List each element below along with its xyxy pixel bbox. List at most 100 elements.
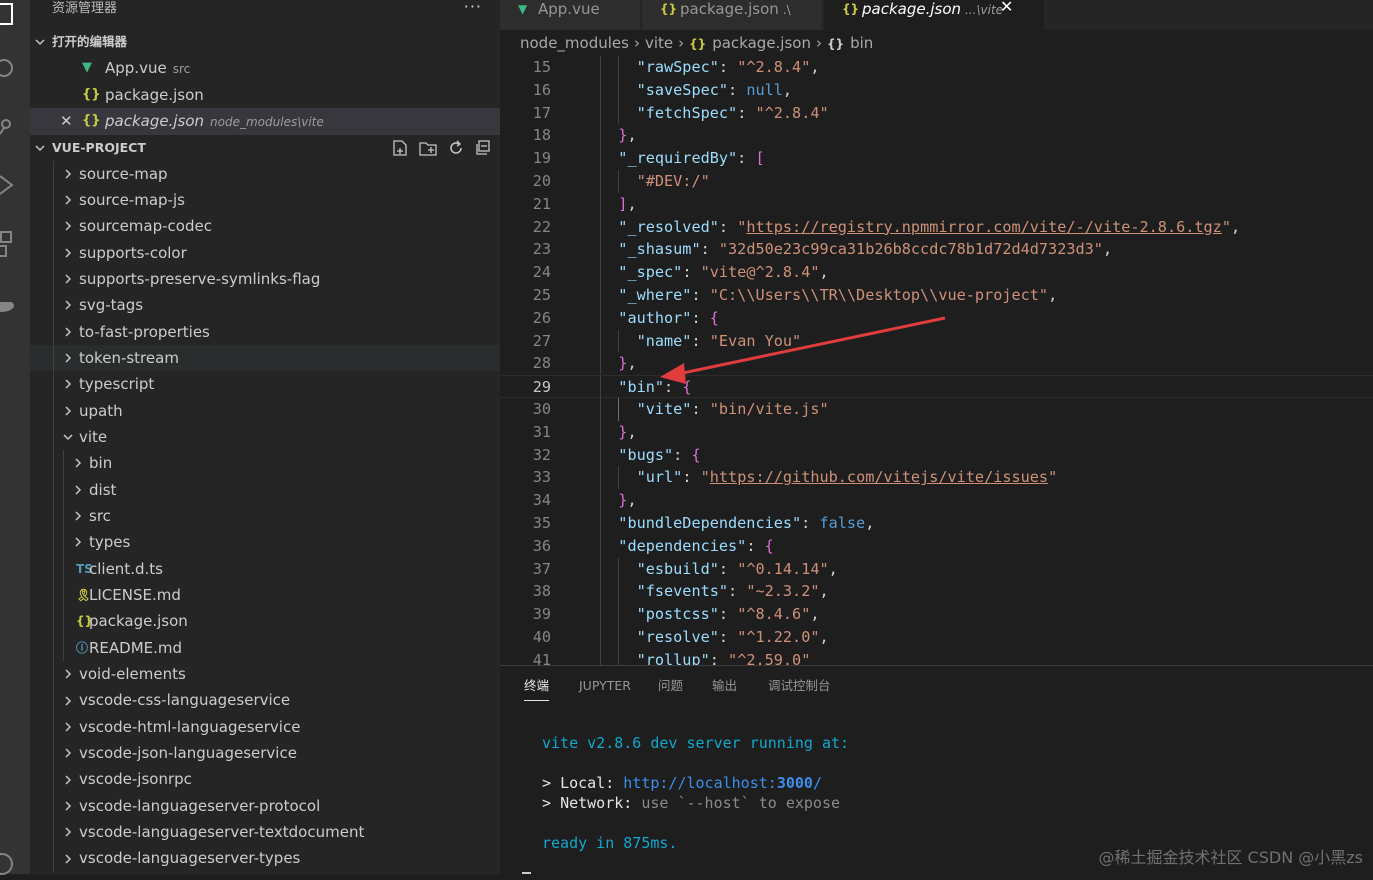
open-editors-section-header[interactable]: 打开的编辑器 [30, 29, 500, 55]
code-line[interactable]: 40 "resolve": "^1.22.0", [500, 626, 1373, 649]
panel-tab[interactable]: 终端 [524, 676, 550, 701]
panel-tab[interactable]: 问题 [658, 676, 683, 700]
close-icon[interactable]: ✕ [60, 108, 73, 135]
code-line[interactable]: 15 "rawSpec": "^2.8.4", [500, 56, 1373, 79]
folder-item[interactable]: types [30, 529, 500, 556]
code-line[interactable]: 19 "_requiredBy": [ [500, 147, 1373, 170]
folder-item[interactable]: vscode-json-languageservice [30, 740, 500, 767]
panel-tab[interactable]: JUPYTER [579, 676, 631, 700]
code-line[interactable]: 21], [500, 192, 1373, 216]
indent-guide [53, 845, 54, 872]
source-control-icon[interactable] [0, 112, 30, 142]
code-line[interactable]: 34}, [500, 489, 1373, 512]
run-debug-icon[interactable] [0, 170, 30, 200]
code-token: "fetchSpec" [636, 103, 738, 122]
terminal-local-port[interactable]: 3000 [777, 774, 813, 792]
terminal-local-url-start[interactable]: http://localhost: [623, 774, 777, 792]
folder-item[interactable]: void-elements [30, 661, 500, 688]
code-token: : [691, 308, 710, 327]
indent-guide [53, 792, 54, 820]
open-editor-item[interactable]: ✕ {} package.json node_modules\vite [30, 108, 500, 135]
code-line[interactable]: 30 "vite": "bin/vite.js" [500, 398, 1373, 421]
code-line[interactable]: 28}, [500, 352, 1373, 376]
account-icon[interactable] [0, 850, 30, 880]
folder-item[interactable]: vscode-languageserver-textdocument [30, 819, 500, 846]
folder-item[interactable]: vscode-languageserver-types [30, 845, 500, 872]
tree-item-label: bin [89, 454, 113, 473]
open-editor-item[interactable]: {} package.json [30, 82, 500, 109]
indent-guide [63, 634, 64, 662]
more-actions-icon[interactable]: ··· [464, 0, 482, 16]
folder-item[interactable]: to-fast-properties [30, 318, 500, 345]
code-line[interactable]: 36 "dependencies": { [500, 534, 1373, 558]
editor-tab[interactable]: {} package.json ...\vite ✕ [824, 0, 1044, 30]
file-item[interactable]: TS client.d.ts [30, 555, 500, 582]
code-line[interactable]: 39 "postcss": "^8.4.6", [500, 603, 1373, 626]
folder-item[interactable]: dist [30, 476, 500, 503]
folder-item[interactable]: source-map [30, 160, 500, 187]
project-section-header[interactable]: VUE-PROJECT [30, 135, 500, 161]
panel-tab[interactable]: 输出 [712, 676, 737, 700]
editor-tab[interactable]: ▼ App.vue [500, 0, 640, 30]
refresh-icon[interactable] [447, 139, 465, 157]
breadcrumb-item[interactable]: node_modules [520, 34, 629, 52]
indent-guide [53, 634, 54, 662]
code-line[interactable]: 41 "rollup": "^2.59.0" [500, 648, 1373, 665]
code-line[interactable]: 31}, [500, 420, 1373, 444]
new-folder-icon[interactable] [418, 139, 438, 157]
code-line[interactable]: 20 "#DEV:/" [500, 170, 1373, 193]
code-line[interactable]: 23 "_shasum": "32d50e23c99ca31b26b8ccdc78… [500, 238, 1373, 262]
code-line[interactable]: 38 "fsevents": "~2.3.2", [500, 580, 1373, 604]
indent-guide [618, 101, 620, 125]
folder-item[interactable]: vscode-jsonrpc [30, 766, 500, 793]
folder-item[interactable]: sourcemap-codec [30, 213, 500, 240]
file-item[interactable]: ⓘ README.md [30, 634, 500, 662]
docker-icon[interactable] [0, 290, 30, 320]
folder-item[interactable]: token-stream [30, 344, 500, 372]
code-line[interactable]: 27 "name": "Evan You" [500, 329, 1373, 353]
folder-item[interactable]: vscode-css-languageservice [30, 687, 500, 714]
indent-guide [600, 238, 601, 262]
explorer-icon[interactable] [0, 0, 30, 30]
new-file-icon[interactable] [391, 139, 409, 157]
code-line[interactable]: 37 "esbuild": "^0.14.14", [500, 557, 1373, 581]
code-line[interactable]: 25 "_where": "C:\\Users\\TR\\Desktop\\vue… [500, 284, 1373, 307]
collapse-all-icon[interactable] [474, 139, 492, 157]
open-editor-item[interactable]: ▼ App.vue src [30, 55, 500, 82]
folder-item[interactable]: upath [30, 397, 500, 424]
code-line[interactable]: 18}, [500, 124, 1373, 148]
folder-item[interactable]: vscode-languageserver-protocol [30, 792, 500, 820]
code-line[interactable]: 16 "saveSpec": null, [500, 78, 1373, 102]
close-icon[interactable]: ✕ [1000, 0, 1013, 16]
code-line[interactable]: 22 "_resolved": "https://registry.npmmirr… [500, 215, 1373, 239]
editor-tab[interactable]: {} package.json .\ [642, 0, 822, 30]
folder-item[interactable]: vscode-html-languageservice [30, 713, 500, 741]
terminal-local-url-end[interactable]: / [813, 774, 822, 792]
folder-item[interactable]: vite [30, 423, 500, 451]
breadcrumb-item[interactable]: {} bin [827, 34, 873, 52]
folder-item[interactable]: supports-preserve-symlinks-flag [30, 265, 500, 293]
file-item[interactable]: 🎗 LICENSE.md [30, 582, 500, 609]
search-icon[interactable] [0, 54, 30, 84]
folder-item[interactable]: typescript [30, 371, 500, 398]
code-editor[interactable]: 15 "rawSpec": "^2.8.4", 16 "saveSpec": null… [500, 56, 1373, 665]
indent-guide [618, 56, 620, 79]
code-line[interactable]: 26 "author": { [500, 306, 1373, 330]
folder-item[interactable]: source-map-js [30, 186, 500, 214]
code-line[interactable]: 17 "fetchSpec": "^2.8.4" [500, 101, 1373, 125]
breadcrumb-item[interactable]: vite [645, 34, 673, 52]
terminal-network-label: Network: [560, 794, 633, 812]
code-line[interactable]: 35 "bundleDependencies": false, [500, 512, 1373, 535]
panel-tab[interactable]: 调试控制台 [768, 676, 831, 700]
folder-item[interactable]: supports-color [30, 239, 500, 266]
code-line[interactable]: 24 "_spec": "vite@^2.8.4", [500, 261, 1373, 284]
folder-item[interactable]: svg-tags [30, 292, 500, 319]
code-line[interactable]: 33 "url": "https://github.com/vitejs/vite… [500, 466, 1373, 490]
folder-item[interactable]: bin [30, 450, 500, 477]
folder-item[interactable]: src [30, 502, 500, 530]
code-line[interactable]: 32 "bugs": { [500, 443, 1373, 467]
file-item[interactable]: {} package.json [30, 608, 500, 635]
extensions-icon[interactable] [0, 230, 30, 260]
breadcrumb-item[interactable]: {} package.json [689, 34, 811, 52]
code-line[interactable]: 29 "bin": { [500, 375, 1373, 399]
